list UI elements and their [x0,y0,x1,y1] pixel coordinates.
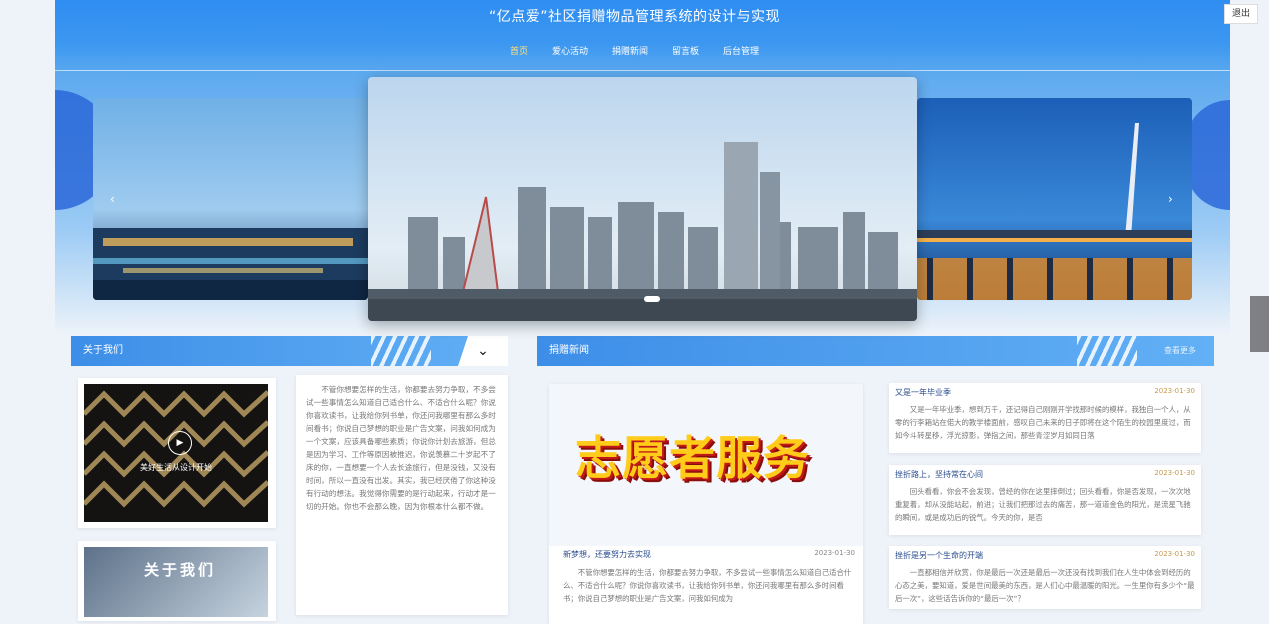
about-section-title: 关于我们 [83,345,123,356]
carousel-slide-prev[interactable] [93,98,368,300]
news-item-date: 2023-01-30 [1154,387,1195,395]
about-description: 不管你想要怎样的生活，你都要去努力争取，不多尝试一些事情怎么知道自己适合什么、不… [306,385,496,511]
nav-item-activities[interactable]: 爱心活动 [552,44,588,57]
video-caption: 美好生活从设计开始 [140,463,212,472]
news-item-title[interactable]: 挫折是另一个生命的开端 [895,550,983,561]
news-section-title: 捐赠新闻 [549,345,589,356]
news-list-item[interactable]: 挫折路上，坚持常在心间 2023-01-30 回头看看，你会不会发现，曾经的你在… [889,465,1201,535]
carousel-slide-active[interactable] [368,77,917,321]
logout-button[interactable]: 退出 [1224,4,1258,24]
about-building-image: 关于我们 [84,547,268,617]
main-nav: 首页 爱心活动 捐赠新闻 留言板 后台管理 [0,44,1269,57]
collapse-toggle[interactable]: ⌄ [458,336,508,366]
nav-item-messages[interactable]: 留言板 [672,44,699,57]
carousel-indicator[interactable] [644,296,660,302]
video-thumbnail: ▶ 美好生活从设计开始 [84,384,268,522]
header-stripes [371,336,431,366]
chevron-down-icon: ⌄ [477,343,489,359]
about-image-card: 关于我们 [78,541,276,621]
featured-news-banner: 志愿者服务 [549,384,863,546]
nav-item-home[interactable]: 首页 [510,44,528,57]
carousel-prev-arrow[interactable]: ‹ [110,192,115,206]
bridge-night-image [917,98,1192,300]
carousel-next-arrow[interactable]: › [1168,192,1173,206]
nav-item-news[interactable]: 捐赠新闻 [612,44,648,57]
play-icon[interactable]: ▶ [168,431,192,455]
site-title: “亿点爱”社区捐赠物品管理系统的设计与实现 [488,9,780,25]
news-item-date: 2023-01-30 [1154,469,1195,477]
featured-news-summary: 不管你想要怎样的生活，你都要去努力争取，不多尝试一些事情怎么知道自己适合什么、不… [563,568,852,603]
news-more-link[interactable]: 查看更多 [1164,336,1196,366]
news-list-item[interactable]: 又是一年毕业季 2023-01-30 又是一年毕业季，想到万千，还记得自己刚刚开… [889,383,1201,453]
featured-news-title[interactable]: 新梦想，还要努力去实现 [563,549,651,560]
scrollbar-thumb[interactable] [1250,296,1269,352]
video-card[interactable]: ▶ 美好生活从设计开始 [78,378,276,528]
news-list-item[interactable]: 挫折是另一个生命的开端 2023-01-30 一直都相信并欣赏，你是最后一次还是… [889,546,1201,609]
news-item-title[interactable]: 挫折路上，坚持常在心间 [895,469,983,480]
news-item-summary: 又是一年毕业季，想到万千，还记得自己刚刚开学找那时候的模样，我独自一个人，从零的… [895,405,1191,440]
news-item-title[interactable]: 又是一年毕业季 [895,387,951,398]
about-image-title: 关于我们 [144,561,217,579]
featured-news-date: 2023-01-30 [814,549,855,557]
nav-item-admin[interactable]: 后台管理 [723,44,759,57]
news-item-date: 2023-01-30 [1154,550,1195,558]
about-text-card: 不管你想要怎样的生活，你都要去努力争取，不多尝试一些事情怎么知道自己适合什么、不… [296,375,508,615]
banner-text: 志愿者服务 [575,431,810,485]
city-night-image [93,98,368,300]
header-stripes [1077,336,1137,366]
featured-news-card[interactable]: 志愿者服务 新梦想，还要努力去实现 2023-01-30 不管你想要怎样的生活，… [549,384,863,624]
news-section-header: 捐赠新闻 查看更多 [537,336,1214,366]
city-skyline-image [368,77,917,321]
about-section-header: 关于我们 ⌄ [71,336,508,366]
news-item-summary: 一直都相信并欣赏，你是最后一次还是最后一次还没有找到我们在人生中体会到经历的心态… [895,568,1195,603]
carousel-slide-next[interactable] [917,98,1192,300]
news-item-summary: 回头看看，你会不会发现，曾经的你在这里摔倒过；回头看看，你是否发现，一次次地重复… [895,487,1191,522]
